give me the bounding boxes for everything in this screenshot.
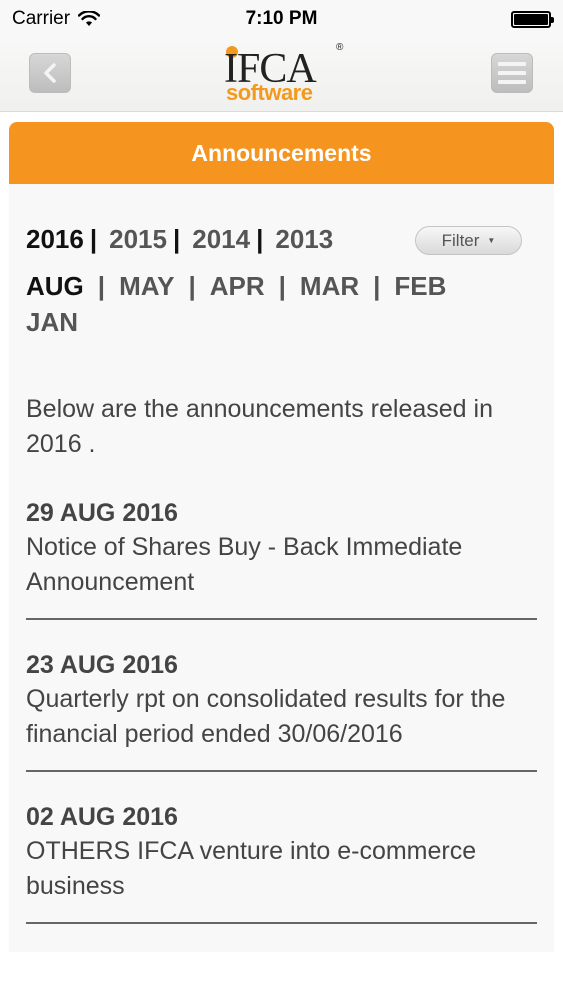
- month-link-may[interactable]: MAY: [119, 271, 174, 301]
- year-link-2016[interactable]: 2016: [26, 224, 84, 255]
- month-link-apr[interactable]: APR: [210, 271, 265, 301]
- announcement-title[interactable]: Quarterly rpt on consolidated results fo…: [26, 682, 537, 752]
- separator: |: [97, 271, 106, 301]
- page-title: Announcements: [191, 139, 372, 166]
- list-item[interactable]: 29 AUG 2016 Notice of Shares Buy - Back …: [26, 496, 537, 620]
- menu-button[interactable]: [491, 53, 533, 93]
- month-link-mar[interactable]: MAR: [300, 271, 359, 301]
- intro-text: Below are the announcements released in …: [26, 395, 493, 458]
- announcement-title[interactable]: Notice of Shares Buy - Back Immediate An…: [26, 530, 537, 600]
- battery-level: [514, 13, 548, 25]
- announcement-list: 29 AUG 2016 Notice of Shares Buy - Back …: [26, 496, 537, 952]
- status-bar: Carrier 7:10 PM: [0, 0, 563, 38]
- month-selector: AUG | MAY | APR | MAR | FEB JAN: [26, 268, 526, 340]
- list-item[interactable]: 02 AUG 2016 OTHERS IFCA venture into e-c…: [26, 800, 537, 924]
- battery-icon: [511, 10, 554, 28]
- year-selector: 2016 | 2015 | 2014 | 2013: [26, 224, 333, 255]
- bottom-area: [0, 952, 563, 1000]
- hamburger-menu-icon-line: [498, 80, 526, 84]
- separator: |: [188, 271, 196, 301]
- page-title-bar: Announcements: [9, 122, 554, 184]
- separator: |: [172, 224, 181, 254]
- separator: |: [373, 271, 381, 301]
- separator: |: [256, 224, 264, 254]
- logo-bottom-text: software: [226, 80, 313, 105]
- status-left: Carrier: [12, 8, 101, 30]
- chevron-left-icon: [44, 63, 56, 83]
- caret-down-icon: ▼: [487, 236, 496, 245]
- year-link-2015[interactable]: 2015: [109, 224, 167, 255]
- announcement-title[interactable]: OTHERS IFCA venture into e-commerce busi…: [26, 834, 537, 904]
- wifi-icon: [78, 11, 101, 26]
- content-card: Announcements 2016 | 2015 | 2014 | 2013 …: [9, 122, 554, 952]
- month-link-jan[interactable]: JAN: [26, 307, 78, 337]
- back-button[interactable]: [29, 53, 71, 93]
- month-link-aug[interactable]: AUG: [26, 271, 84, 301]
- month-link-feb[interactable]: FEB: [394, 271, 446, 301]
- filter-button[interactable]: Filter ▼: [415, 226, 522, 255]
- list-item[interactable]: 23 AUG 2016 Quarterly rpt on consolidate…: [26, 648, 537, 772]
- filter-label: Filter: [441, 230, 480, 250]
- year-link-2014[interactable]: 2014: [192, 224, 250, 255]
- ifca-logo: IFCA software ®: [224, 42, 349, 108]
- announcement-date: 29 AUG 2016: [26, 499, 178, 527]
- announcement-date: 02 AUG 2016: [26, 803, 178, 831]
- nav-bar: IFCA software ®: [0, 38, 563, 112]
- separator: |: [278, 271, 286, 301]
- carrier-label: Carrier: [12, 8, 71, 29]
- hamburger-menu-icon-line: [498, 71, 526, 75]
- year-link-2013[interactable]: 2013: [275, 224, 333, 255]
- announcement-date: 23 AUG 2016: [26, 651, 178, 679]
- logo-registered-mark: ®: [336, 42, 344, 53]
- separator: |: [89, 224, 98, 254]
- hamburger-menu-icon: [498, 62, 526, 66]
